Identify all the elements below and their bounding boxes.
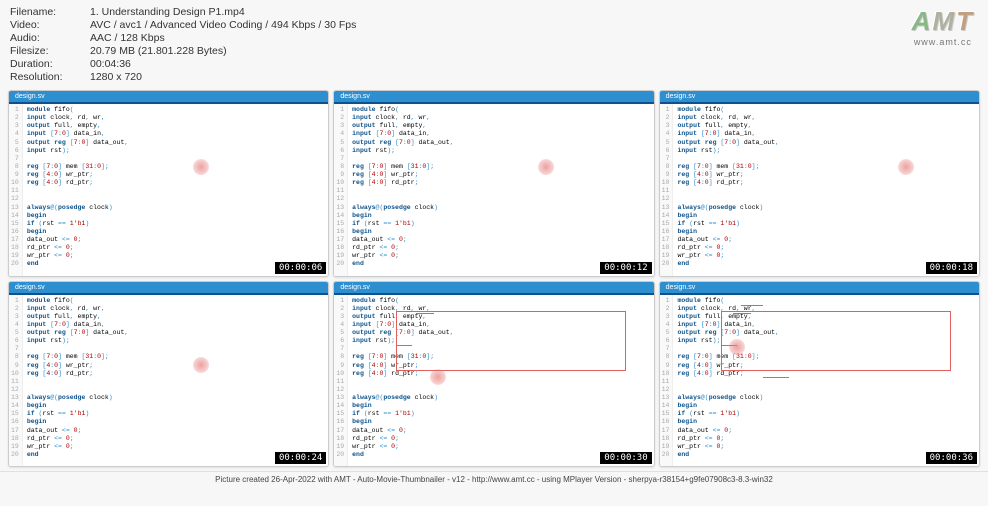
thumbnail: design.sv1234567891011121314151617181920… (8, 281, 329, 468)
line-numbers: 1234567891011121314151617181920 (334, 104, 348, 277)
editor-tab: design.sv (334, 91, 653, 104)
line-numbers: 1234567891011121314151617181920 (334, 295, 348, 468)
code-area: module fifo(input clock, rd, wr,output f… (23, 295, 329, 468)
code-area: module fifo(input clock, rd, wr,output f… (348, 104, 654, 277)
duration-value: 00:04:36 (90, 58, 131, 70)
duration-label: Duration: (10, 58, 90, 70)
amt-logo: AMT www.amt.cc (912, 6, 974, 47)
video-value: AVC / avc1 / Advanced Video Coding / 494… (90, 19, 356, 31)
logo-url: www.amt.cc (912, 37, 974, 47)
thumbnail: design.sv1234567891011121314151617181920… (8, 90, 329, 277)
code-area: module fifo(input clock, rd, wr,output f… (23, 104, 329, 277)
timestamp: 00:00:30 (600, 452, 651, 464)
thumbnail: design.sv1234567891011121314151617181920… (333, 281, 654, 468)
editor-tab: design.sv (334, 282, 653, 295)
video-label: Video: (10, 19, 90, 31)
line-numbers: 1234567891011121314151617181920 (660, 295, 674, 468)
filesize-value: 20.79 MB (21.801.228 Bytes) (90, 45, 227, 57)
code-area: module fifo(input clock, rd, wr,output f… (348, 295, 654, 468)
filename-label: Filename: (10, 6, 90, 18)
line-numbers: 1234567891011121314151617181920 (9, 104, 23, 277)
audio-label: Audio: (10, 32, 90, 44)
thumbnail: design.sv1234567891011121314151617181920… (333, 90, 654, 277)
timestamp: 00:00:18 (926, 262, 977, 274)
editor-tab: design.sv (660, 91, 979, 104)
timestamp: 00:00:12 (600, 262, 651, 274)
thumbnail-grid: design.sv1234567891011121314151617181920… (0, 86, 988, 471)
editor-tab: design.sv (9, 282, 328, 295)
footer-text: Picture created 26-Apr-2022 with AMT - A… (0, 471, 988, 487)
code-area: module fifo(input clock, rd, wr,output f… (673, 104, 979, 277)
timestamp: 00:00:06 (275, 262, 326, 274)
info-header: Filename:1. Understanding Design P1.mp4 … (0, 0, 988, 86)
timestamp: 00:00:24 (275, 452, 326, 464)
thumbnail: design.sv1234567891011121314151617181920… (659, 90, 980, 277)
line-numbers: 1234567891011121314151617181920 (9, 295, 23, 468)
thumbnail: design.sv1234567891011121314151617181920… (659, 281, 980, 468)
timestamp: 00:00:36 (926, 452, 977, 464)
line-numbers: 1234567891011121314151617181920 (660, 104, 674, 277)
resolution-value: 1280 x 720 (90, 71, 142, 83)
editor-tab: design.sv (9, 91, 328, 104)
filesize-label: Filesize: (10, 45, 90, 57)
filename-value: 1. Understanding Design P1.mp4 (90, 6, 245, 18)
resolution-label: Resolution: (10, 71, 90, 83)
audio-value: AAC / 128 Kbps (90, 32, 165, 44)
editor-tab: design.sv (660, 282, 979, 295)
code-area: module fifo(input clock, rd, wr,output f… (673, 295, 979, 468)
